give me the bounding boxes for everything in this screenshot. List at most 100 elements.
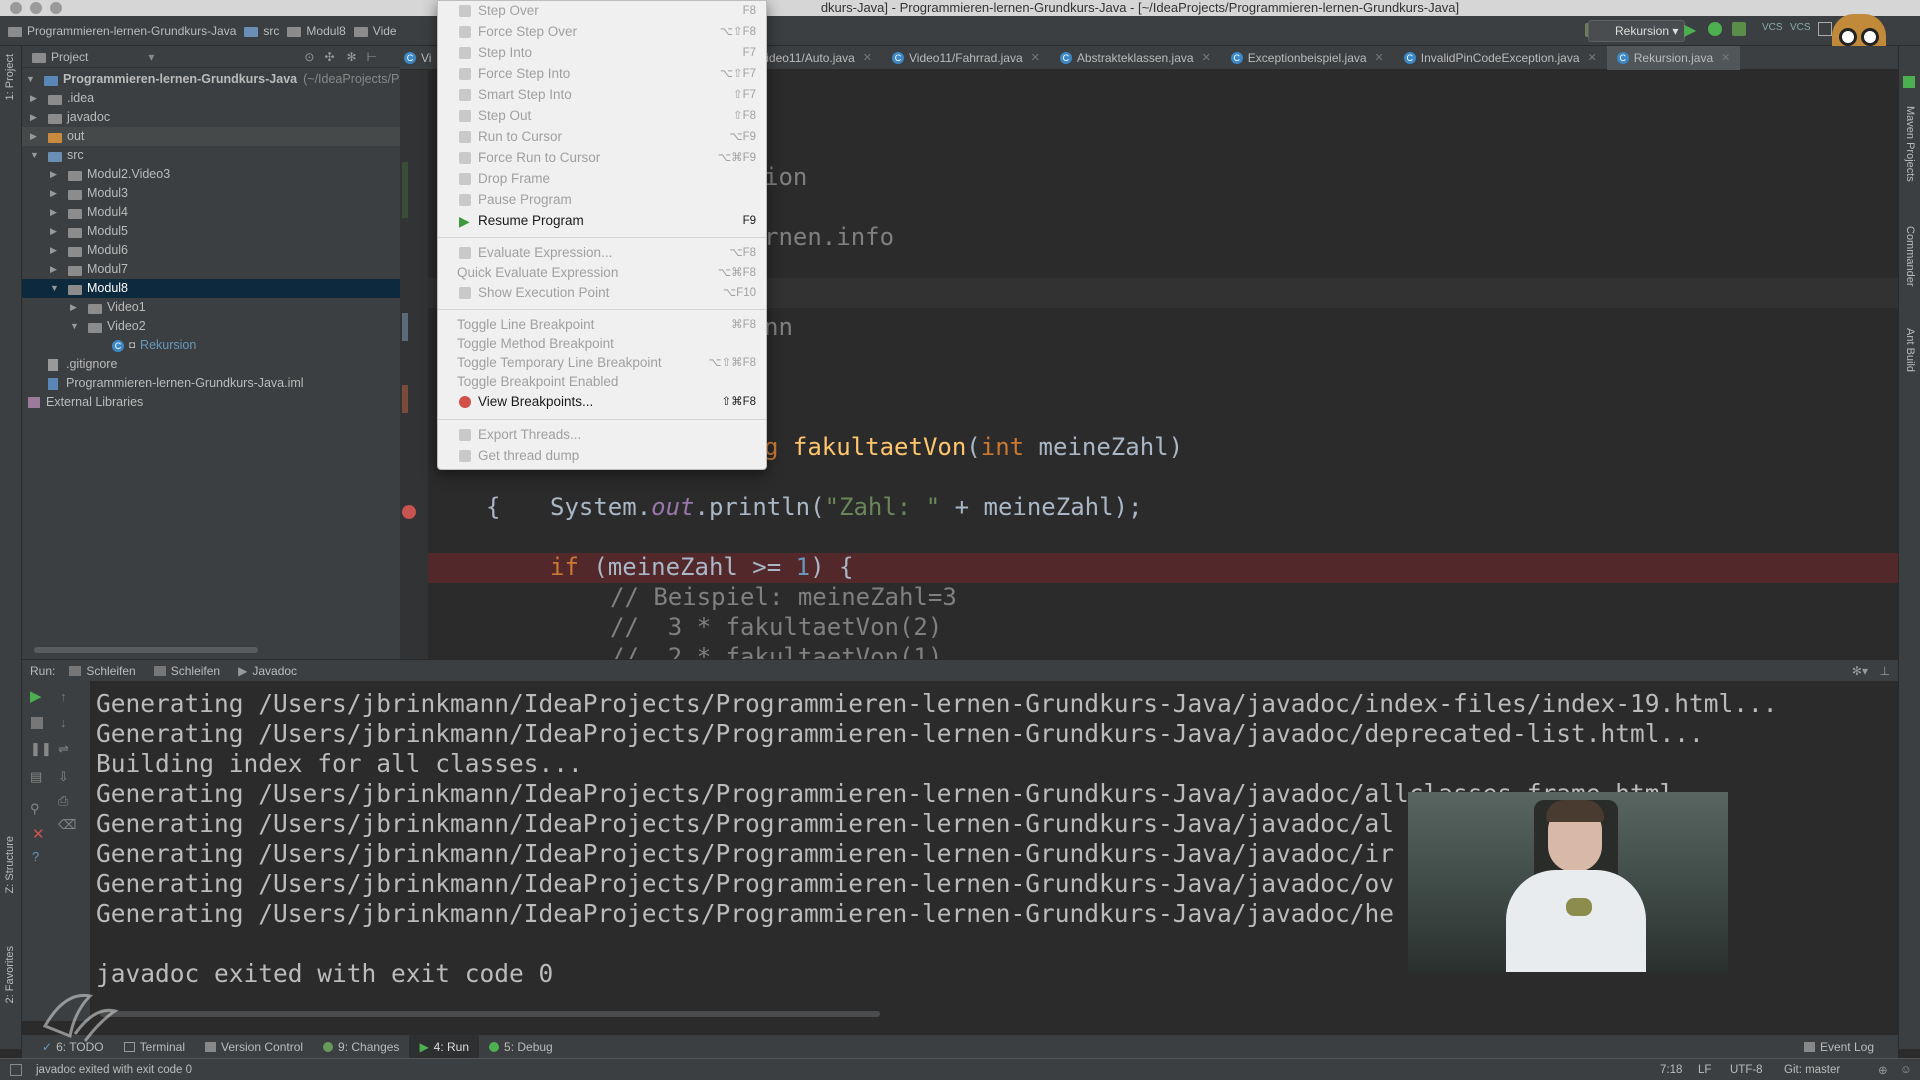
menu-item-view-breakpoints[interactable]: View Breakpoints... ⇧⌘F8 — [438, 392, 766, 412]
collapsed-arrow-icon[interactable]: ▶ — [50, 184, 60, 203]
print-icon[interactable]: ⎙ — [58, 793, 68, 809]
tab-fahrrad[interactable]: C Video11/Fahrrad.java ✕ — [882, 46, 1050, 70]
breadcrumb-project[interactable]: Programmieren-lernen-Grundkurs-Java — [8, 24, 236, 38]
gear-icon[interactable]: ✻▾ — [1852, 664, 1868, 678]
menu-item-force-run-to-cursor[interactable]: Force Run to Cursor ⌥⌘F9 — [438, 148, 766, 168]
close-tab-icon[interactable]: ✕ — [1375, 51, 1384, 64]
collapsed-arrow-icon[interactable]: ▶ — [50, 165, 60, 184]
commander-tool-tab[interactable]: Commander — [1904, 226, 1916, 287]
tab-terminal[interactable]: Terminal — [114, 1035, 195, 1059]
collapsed-arrow-icon[interactable]: ▶ — [50, 222, 60, 241]
tree-item-modul7[interactable]: ▶ Modul7 — [50, 260, 128, 279]
tree-item-modul6[interactable]: ▶ Modul6 — [50, 241, 128, 260]
collapsed-arrow-icon[interactable]: ▶ — [50, 241, 60, 260]
collapsed-arrow-icon[interactable]: ▶ — [70, 298, 80, 317]
line-separator[interactable]: LF — [1698, 1064, 1711, 1076]
menu-item-quick-evaluate[interactable]: Quick Evaluate Expression ⌥⌘F8 — [438, 263, 766, 283]
collapsed-arrow-icon[interactable]: ▶ — [50, 260, 60, 279]
project-tool-tab[interactable]: 1: Project — [4, 54, 16, 100]
menu-item-get-thread-dump[interactable]: Get thread dump — [438, 446, 766, 466]
collapsed-arrow-icon[interactable]: ▶ — [30, 89, 40, 108]
breadcrumb-video[interactable]: Vide — [353, 24, 397, 38]
pause-icon[interactable]: ❚❚ — [30, 741, 52, 757]
breadcrumb-src[interactable]: src — [244, 24, 279, 38]
menu-item-force-step-into[interactable]: Force Step Into ⌥⇧F7 — [438, 64, 766, 84]
minimize-window-icon[interactable] — [30, 2, 42, 14]
coverage-icon[interactable] — [1732, 22, 1746, 36]
inspector-icon[interactable]: ☺ — [1900, 1064, 1912, 1076]
tree-item-modul3[interactable]: ▶ Modul3 — [50, 184, 128, 203]
debug-icon[interactable] — [1708, 22, 1722, 36]
maven-tool-tab[interactable]: Maven Projects — [1904, 106, 1916, 182]
structure-tool-tab[interactable]: Z: Structure — [4, 836, 16, 893]
menu-item-drop-frame[interactable]: Drop Frame — [438, 169, 766, 189]
collapsed-arrow-icon[interactable]: ▶ — [50, 203, 60, 222]
breakpoint-icon[interactable] — [402, 505, 416, 519]
menu-item-pause-program[interactable]: Pause Program — [438, 190, 766, 210]
run-tab-schleifen-2[interactable]: Schleifen — [153, 664, 220, 678]
tab-run[interactable]: ▶ 4: Run — [409, 1034, 480, 1059]
menu-item-run-to-cursor[interactable]: Run to Cursor ⌥F9 — [438, 127, 766, 147]
menu-item-toggle-breakpoint-enabled[interactable]: Toggle Breakpoint Enabled — [438, 372, 766, 392]
tab-changes[interactable]: 9: Changes — [313, 1035, 409, 1059]
tree-item-idea[interactable]: ▶ .idea — [30, 89, 94, 108]
event-log-button[interactable]: Event Log — [1794, 1035, 1884, 1059]
tool-windows-icon[interactable] — [10, 1063, 22, 1076]
menu-item-export-threads[interactable]: Export Threads... — [438, 425, 766, 445]
run-tab-javadoc[interactable]: ▶ Javadoc — [238, 664, 297, 678]
trash-icon[interactable]: ⌫ — [58, 817, 76, 833]
file-encoding[interactable]: UTF-8 — [1730, 1064, 1763, 1076]
scroll-to-end-icon[interactable]: ⇩ — [58, 769, 69, 785]
menu-item-force-step-over[interactable]: Force Step Over ⌥⇧F8 — [438, 22, 766, 42]
horizontal-scrollbar[interactable] — [100, 1011, 880, 1017]
expanded-arrow-icon[interactable]: ▼ — [26, 70, 36, 89]
tree-item-javadoc[interactable]: ▶ javadoc — [30, 108, 110, 127]
rerun-icon[interactable]: ▶ — [30, 687, 42, 705]
tab-exceptionbeispiel[interactable]: C Exceptionbeispiel.java ✕ — [1221, 46, 1394, 70]
collapse-icon[interactable]: ✣ — [324, 50, 334, 64]
tree-item-modul2[interactable]: ▶ Modul2.Video3 — [50, 165, 170, 184]
tree-item-modul8[interactable]: ▼ Modul8 — [22, 279, 400, 298]
pin-icon[interactable]: ⚲ — [30, 801, 40, 817]
tree-item-iml[interactable]: Programmieren-lernen-Grundkurs-Java.iml — [48, 374, 304, 393]
menu-item-step-out[interactable]: Step Out ⇧F8 — [438, 106, 766, 126]
zoom-window-icon[interactable] — [50, 2, 62, 14]
git-branch[interactable]: Git: master — [1784, 1064, 1840, 1076]
menu-item-evaluate-expression[interactable]: Evaluate Expression... ⌥F8 — [438, 243, 766, 263]
lock-icon[interactable]: ⊕ — [1878, 1063, 1888, 1077]
close-tab-icon[interactable]: ✕ — [863, 51, 872, 64]
run-config-select[interactable]: Rekursion ▾ — [1588, 20, 1686, 42]
tree-item-video2[interactable]: ▼ Video2 — [70, 317, 146, 336]
gear-icon[interactable]: ✻ — [347, 50, 357, 64]
run-icon[interactable]: ▶ — [1684, 20, 1696, 40]
close-window-icon[interactable] — [10, 2, 22, 14]
caret-position[interactable]: 7:18 — [1660, 1064, 1682, 1076]
hide-panel-icon[interactable]: ⊥ — [1880, 664, 1890, 678]
tree-root[interactable]: ▼ Programmieren-lernen-Grundkurs-Java (~… — [26, 70, 399, 89]
settings-icon[interactable] — [1818, 22, 1832, 36]
run-tab-schleifen-1[interactable]: Schleifen — [69, 664, 136, 678]
vcs-icon[interactable]: VCS — [1762, 22, 1783, 33]
editor-gutter[interactable] — [400, 70, 428, 659]
tab-rekursion[interactable]: C Rekursion.java ✕ — [1606, 45, 1741, 70]
ant-tool-tab[interactable]: Ant Build — [1904, 328, 1916, 372]
tree-item-modul4[interactable]: ▶ Modul4 — [50, 203, 128, 222]
tab-vi[interactable]: C Vi — [400, 46, 441, 70]
tree-item-video1[interactable]: ▶ Video1 — [70, 298, 146, 317]
favorites-tool-tab[interactable]: 2: Favorites — [4, 946, 16, 1003]
close-tab-icon[interactable]: ✕ — [1202, 51, 1211, 64]
close-icon[interactable]: ✕ — [32, 825, 45, 843]
menu-item-step-into[interactable]: Step Into F7 — [438, 43, 766, 63]
collapsed-arrow-icon[interactable]: ▶ — [30, 108, 40, 127]
chevron-down-icon[interactable]: ▾ — [148, 50, 154, 64]
up-arrow-icon[interactable]: ↑ — [60, 689, 67, 704]
tab-abstrakteklassen[interactable]: C Abstrakteklassen.java ✕ — [1050, 46, 1221, 70]
help-icon[interactable]: ? — [32, 849, 39, 864]
menu-item-step-over[interactable]: Step Over F8 — [438, 1, 766, 21]
close-tab-icon[interactable]: ✕ — [1588, 51, 1597, 64]
menu-item-smart-step-into[interactable]: Smart Step Into ⇧F7 — [438, 85, 766, 105]
expanded-arrow-icon[interactable]: ▼ — [50, 279, 60, 298]
sync-icon[interactable]: ⊙ — [304, 50, 314, 64]
breadcrumb-modul8[interactable]: Modul8 — [287, 24, 346, 38]
tree-item-out[interactable]: ▶ out — [22, 127, 400, 146]
